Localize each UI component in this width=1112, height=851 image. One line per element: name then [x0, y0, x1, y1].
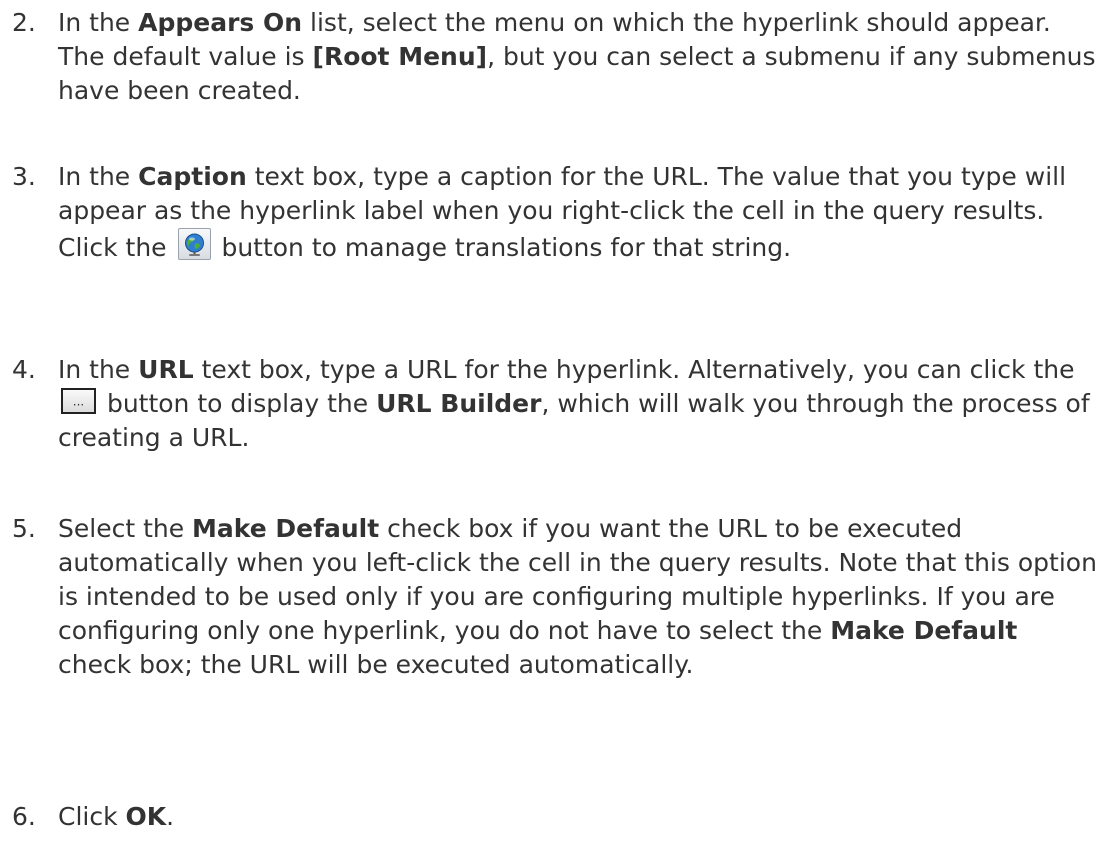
step-number: 6.: [12, 802, 36, 831]
ui-term-url: URL: [138, 355, 194, 384]
text-segment: In the: [58, 162, 139, 191]
globe-translate-icon: [177, 228, 211, 260]
step-number: 2.: [12, 8, 36, 37]
step-text: In the URL text box, type a URL for the …: [58, 353, 1098, 455]
step-text: In the Appears On list, select the menu …: [58, 6, 1098, 108]
ui-term-root-menu: [Root Menu]: [312, 42, 488, 71]
step-number: 4.: [12, 355, 36, 384]
text-segment: Click: [58, 802, 126, 831]
step-text: Select the Make Default check box if you…: [58, 512, 1098, 682]
ui-term-ok: OK: [125, 802, 167, 831]
text-segment: Select the: [58, 514, 193, 543]
ui-term-caption: Caption: [138, 162, 247, 191]
text-segment: In the: [58, 355, 139, 384]
step-number: 3.: [12, 162, 36, 191]
step-number: 5.: [12, 514, 36, 543]
instructions-document: 2. In the Appears On list, select the me…: [0, 0, 1112, 851]
ui-term-appears-on: Appears On: [138, 8, 303, 37]
text-segment: check box; the URL will be executed auto…: [58, 650, 694, 679]
ellipsis-icon: ···: [61, 388, 96, 414]
ui-term-make-default: Make Default: [830, 616, 1018, 645]
ui-term-url-builder: URL Builder: [376, 389, 542, 418]
text-segment: .: [166, 802, 175, 831]
text-segment: In the: [58, 8, 139, 37]
step-text: Click OK.: [58, 800, 1098, 834]
text-segment: button to display the: [99, 389, 377, 418]
ui-term-make-default: Make Default: [192, 514, 380, 543]
text-segment: button to manage translations for that s…: [213, 233, 792, 262]
text-segment: text box, type a URL for the hyperlink. …: [193, 355, 1075, 384]
step-text: In the Caption text box, type a caption …: [58, 160, 1098, 265]
